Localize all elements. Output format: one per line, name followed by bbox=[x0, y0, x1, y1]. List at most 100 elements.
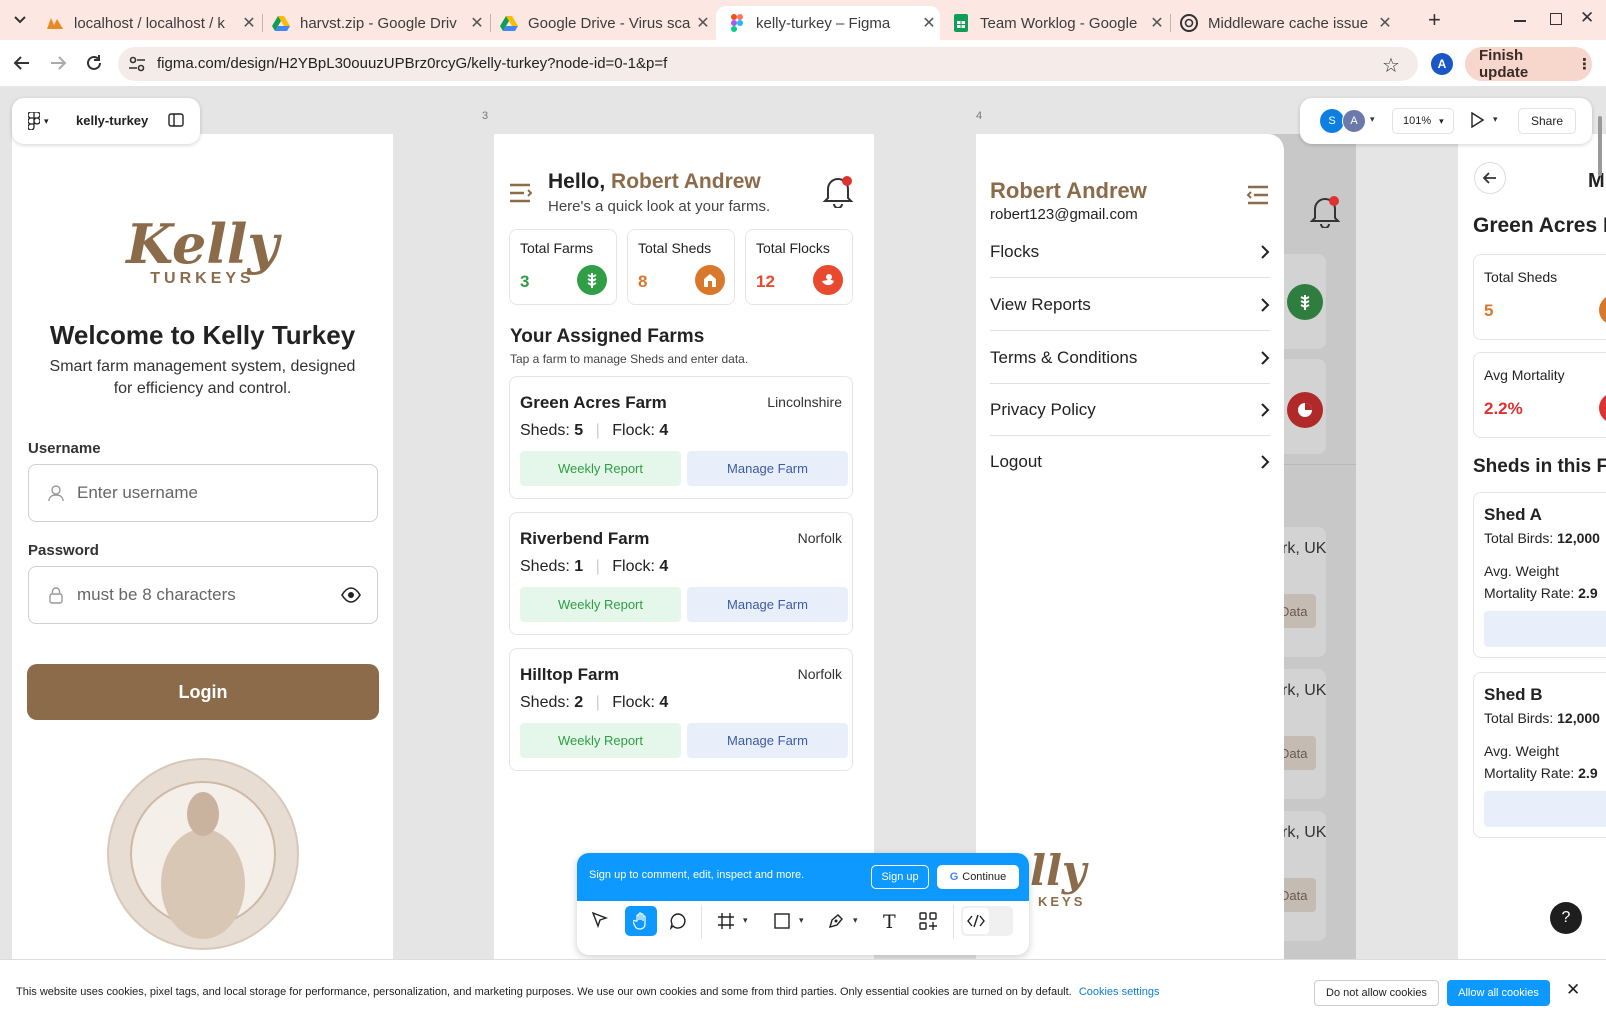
hand-tool-icon[interactable] bbox=[625, 906, 657, 936]
shed-card[interactable]: Shed B Total Birds: 12,000 Avg. Weight M… bbox=[1473, 672, 1606, 838]
close-icon[interactable]: ✕ bbox=[1374, 13, 1396, 33]
close-icon[interactable]: ✕ bbox=[918, 13, 940, 33]
back-arrow-icon[interactable] bbox=[1474, 162, 1506, 194]
forward-icon[interactable] bbox=[48, 53, 68, 73]
figma-logo-icon bbox=[28, 112, 40, 130]
tab-search-icon[interactable] bbox=[8, 8, 32, 32]
shed-action-button[interactable] bbox=[1484, 611, 1606, 647]
toggle-sidebar-icon[interactable] bbox=[168, 113, 184, 127]
menu-item-view-reports[interactable]: View Reports bbox=[990, 279, 1270, 331]
zoom-control[interactable]: 101% ▾ bbox=[1392, 108, 1454, 134]
signup-button[interactable]: Sign up bbox=[871, 865, 929, 889]
tab-team-worklog[interactable]: Team Worklog - Google ✕ bbox=[944, 6, 1168, 40]
manage-farm-button[interactable]: Manage Farm bbox=[687, 723, 848, 758]
tab-phpmyadmin[interactable]: localhost / localhost / k ✕ bbox=[38, 6, 260, 40]
chevron-down-icon[interactable]: ▾ bbox=[743, 915, 748, 926]
stat-card-sheds[interactable]: Total Sheds 5 bbox=[1473, 254, 1606, 340]
stat-card-sheds[interactable]: Total Sheds 8 bbox=[627, 229, 735, 305]
dashboard-frame[interactable]: Hello, Robert Andrew Here's a quick look… bbox=[494, 134, 874, 959]
farm-detail-frame[interactable]: M Green Acres F Total Sheds 5 Avg Mortal… bbox=[1458, 134, 1606, 959]
avatar[interactable]: S bbox=[1320, 109, 1344, 133]
username-input[interactable]: Enter username bbox=[28, 464, 378, 522]
file-name[interactable]: kelly-turkey bbox=[76, 113, 148, 128]
dev-mode-toggle[interactable] bbox=[961, 906, 1013, 936]
chevron-down-icon[interactable]: ▾ bbox=[1493, 114, 1498, 125]
tab-google-drive[interactable]: Google Drive - Virus sca ✕ bbox=[492, 6, 714, 40]
farm-card[interactable]: Riverbend Farm Norfolk Sheds: 1 | Flock:… bbox=[509, 512, 853, 635]
barn-icon bbox=[695, 265, 725, 295]
sheds-value: 1 bbox=[574, 558, 584, 575]
figma-canvas[interactable]: Kelly TURKEYS Welcome to Kelly Turkey Sm… bbox=[0, 86, 1606, 959]
stat-card-mortality[interactable]: Avg Mortality 2.2% bbox=[1473, 352, 1606, 438]
minimize-icon[interactable] bbox=[1514, 20, 1526, 22]
new-tab-button[interactable]: + bbox=[1428, 8, 1441, 32]
login-button[interactable]: Login bbox=[27, 664, 379, 720]
present-play-icon[interactable] bbox=[1470, 112, 1484, 128]
text-tool-icon[interactable]: T bbox=[883, 911, 896, 933]
weekly-report-button[interactable]: Weekly Report bbox=[520, 723, 681, 758]
tab-figma[interactable]: kelly-turkey – Figma ✕ bbox=[716, 6, 940, 40]
shed-mortality: Mortality Rate: 2.9 bbox=[1484, 585, 1598, 601]
canvas-scrollbar[interactable] bbox=[1598, 116, 1602, 176]
collapse-menu-icon[interactable] bbox=[1246, 184, 1270, 206]
notification-bell-icon[interactable] bbox=[822, 174, 854, 208]
allow-cookies-button[interactable]: Allow all cookies bbox=[1447, 980, 1550, 1006]
menu-item-terms[interactable]: Terms & Conditions bbox=[990, 332, 1270, 384]
stat-card-farms[interactable]: Total Farms 3 bbox=[509, 229, 617, 305]
zoom-level: 101% bbox=[1403, 115, 1432, 127]
manage-farm-button[interactable]: Manage Farm bbox=[687, 587, 848, 622]
manage-farm-button[interactable]: Manage Farm bbox=[687, 451, 848, 486]
chevron-down-icon[interactable]: ▾ bbox=[799, 915, 804, 926]
comment-tool-icon[interactable] bbox=[669, 912, 687, 930]
farm-card[interactable]: Green Acres Farm Lincolnshire Sheds: 5 |… bbox=[509, 376, 853, 499]
menu-item-logout[interactable]: Logout bbox=[990, 436, 1270, 488]
avatar[interactable]: A bbox=[1342, 109, 1366, 133]
deny-cookies-button[interactable]: Do not allow cookies bbox=[1314, 980, 1439, 1006]
menu-item-privacy[interactable]: Privacy Policy bbox=[990, 384, 1270, 436]
tab-title: localhost / localhost / k bbox=[74, 14, 225, 32]
weekly-report-button[interactable]: Weekly Report bbox=[520, 587, 681, 622]
cookies-settings-link[interactable]: Cookies settings bbox=[1079, 986, 1160, 998]
farm-card[interactable]: Hilltop Farm Norfolk Sheds: 2 | Flock: 4… bbox=[509, 648, 853, 771]
frame-tool-icon[interactable] bbox=[717, 912, 735, 930]
password-input[interactable]: must be 8 characters bbox=[28, 566, 378, 624]
url-text[interactable]: figma.com/design/H2YBpL30ouuzUPBrz0rcyG/… bbox=[157, 55, 667, 72]
subtitle-line-2: for efficiency and control. bbox=[113, 380, 292, 397]
site-settings-icon[interactable] bbox=[128, 55, 146, 73]
tab-harvst-zip[interactable]: harvst.zip - Google Driv ✕ bbox=[264, 6, 488, 40]
close-icon[interactable]: ✕ bbox=[1146, 13, 1168, 33]
login-frame[interactable]: Kelly TURKEYS Welcome to Kelly Turkey Sm… bbox=[12, 134, 393, 959]
share-button[interactable]: Share bbox=[1518, 108, 1576, 134]
back-icon[interactable] bbox=[12, 53, 32, 73]
close-icon[interactable]: ✕ bbox=[692, 13, 714, 33]
restore-icon[interactable] bbox=[1550, 13, 1562, 25]
menu-item-flocks[interactable]: Flocks bbox=[990, 226, 1270, 278]
section-title: Sheds in this Fa bbox=[1473, 456, 1606, 477]
stat-card-flocks[interactable]: Total Flocks 12 bbox=[745, 229, 853, 305]
close-window-icon[interactable]: ✕ bbox=[1580, 8, 1594, 28]
chevron-down-icon[interactable]: ▾ bbox=[853, 915, 858, 926]
figma-main-menu[interactable]: ▾ bbox=[28, 112, 49, 130]
profile-avatar[interactable]: A bbox=[1431, 53, 1453, 75]
close-icon[interactable]: ✕ bbox=[1566, 980, 1580, 1000]
tab-middleware[interactable]: Middleware cache issue ✕ bbox=[1172, 6, 1396, 40]
menu-frame[interactable]: rk, UK Data rk, UK Data rk, UK Data Robe… bbox=[976, 134, 1356, 959]
shed-card[interactable]: Shed A Total Birds: 12,000 Avg. Weight M… bbox=[1473, 492, 1606, 658]
continue-google-button[interactable]: G Continue bbox=[937, 865, 1019, 889]
menu-icon[interactable] bbox=[508, 182, 532, 204]
birds-value: 12,000 bbox=[1557, 530, 1600, 546]
pen-tool-icon[interactable] bbox=[827, 912, 845, 930]
close-icon[interactable]: ✕ bbox=[466, 13, 488, 33]
finish-update-button[interactable]: Finish update ⋮ bbox=[1465, 47, 1592, 81]
weekly-report-button[interactable]: Weekly Report bbox=[520, 451, 681, 486]
eye-icon[interactable] bbox=[341, 586, 361, 604]
move-tool-icon[interactable] bbox=[591, 911, 609, 929]
bookmark-star-icon[interactable]: ☆ bbox=[1382, 53, 1400, 78]
shed-action-button[interactable] bbox=[1484, 791, 1606, 827]
rectangle-tool-icon[interactable] bbox=[773, 912, 791, 930]
chevron-down-icon[interactable]: ▾ bbox=[1370, 114, 1375, 125]
reload-icon[interactable] bbox=[84, 53, 104, 73]
components-tool-icon[interactable] bbox=[919, 912, 937, 930]
help-button[interactable]: ? bbox=[1550, 902, 1582, 934]
close-icon[interactable]: ✕ bbox=[238, 13, 260, 33]
